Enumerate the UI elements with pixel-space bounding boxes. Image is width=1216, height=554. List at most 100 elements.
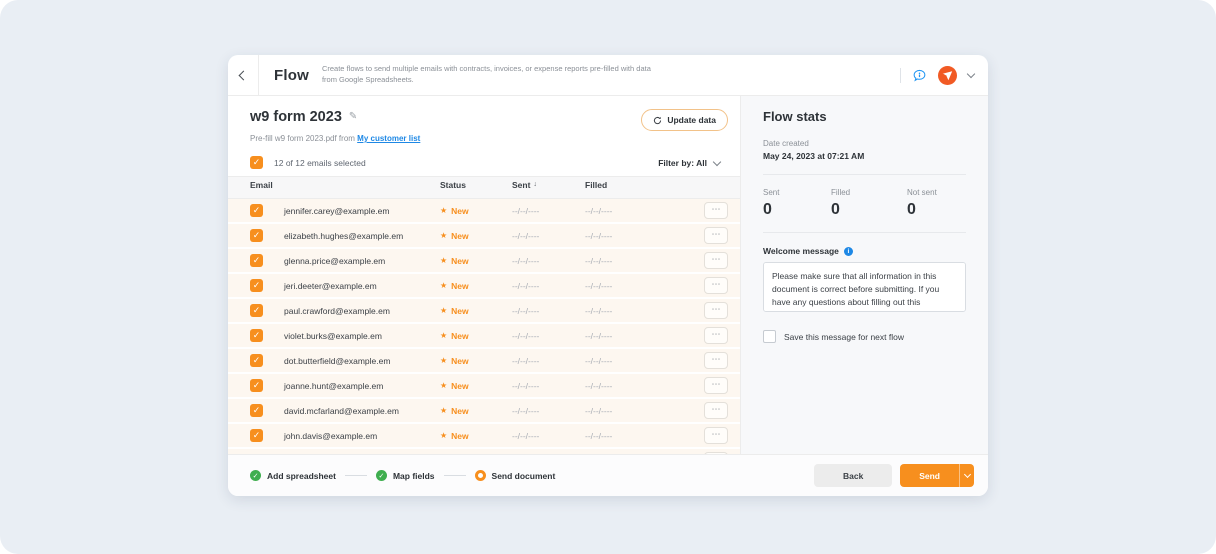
column-email[interactable]: Email <box>250 180 440 190</box>
welcome-message-label: Welcome message <box>763 246 839 256</box>
stat-value: 0 <box>763 201 831 219</box>
status-badge: New <box>451 281 468 291</box>
date-created-label: Date created <box>763 139 966 148</box>
table-row: ✓ jennifer.carey@example.em ★ New --/--/… <box>228 199 740 222</box>
row-email: joanne.hunt@example.em <box>284 381 440 391</box>
row-sent-date: --/--/---- <box>512 281 585 291</box>
row-filled-date: --/--/---- <box>585 206 681 216</box>
row-menu-button[interactable]: ⋯ <box>704 227 728 244</box>
column-filled[interactable]: Filled <box>585 180 681 190</box>
star-icon: ★ <box>440 357 447 365</box>
row-checkbox[interactable]: ✓ <box>250 404 263 417</box>
recipients-panel-head: w9 form 2023 ✎ Update data Pre-fill w9 f… <box>228 109 740 143</box>
stat-not-sent: Not sent 0 <box>907 188 966 219</box>
row-sent-date: --/--/---- <box>512 406 585 416</box>
step-done-icon: ✓ <box>250 470 261 481</box>
row-checkbox[interactable]: ✓ <box>250 204 263 217</box>
edit-title-icon[interactable]: ✎ <box>349 111 357 122</box>
row-sent-date: --/--/---- <box>512 256 585 266</box>
row-checkbox[interactable]: ✓ <box>250 379 263 392</box>
back-button[interactable] <box>228 55 258 95</box>
row-filled-date: --/--/---- <box>585 381 681 391</box>
row-checkbox[interactable]: ✓ <box>250 354 263 367</box>
footer-actions: Back Send <box>814 464 974 487</box>
filter-dropdown[interactable]: Filter by: All <box>658 158 728 168</box>
column-sent[interactable]: Sent ↓ <box>512 180 585 190</box>
row-filled-date: --/--/---- <box>585 356 681 366</box>
stat-value: 0 <box>907 201 966 219</box>
progress-steps: ✓ Add spreadsheet ✓ Map fields Send docu… <box>250 470 555 481</box>
stat-label: Not sent <box>907 188 966 197</box>
update-data-label: Update data <box>667 115 716 125</box>
table-row: ✓ violet.burks@example.em ★ New --/--/--… <box>228 324 740 347</box>
row-checkbox[interactable]: ✓ <box>250 279 263 292</box>
filter-chevron-icon <box>713 157 721 165</box>
welcome-message-input[interactable]: Please make sure that all information in… <box>763 262 966 312</box>
row-menu-button[interactable]: ⋯ <box>704 427 728 444</box>
row-email: glenna.price@example.em <box>284 256 440 266</box>
app-logo[interactable] <box>938 66 957 85</box>
table-row: ✓ dot.butterfield@example.em ★ New --/--… <box>228 349 740 372</box>
row-email: paul.crawford@example.em <box>284 306 440 316</box>
select-all-checkbox[interactable]: ✓ <box>250 156 263 169</box>
row-checkbox[interactable]: ✓ <box>250 229 263 242</box>
account-menu-chevron-icon[interactable] <box>967 70 975 78</box>
step-label: Send document <box>492 471 556 481</box>
row-menu-button[interactable]: ⋯ <box>704 302 728 319</box>
status-badge: New <box>451 381 468 391</box>
table-row: ✓ paul.crawford@example.em ★ New --/--/-… <box>228 299 740 322</box>
status-badge: New <box>451 206 468 216</box>
table-row: ✓ john.davis@example.em ★ New --/--/----… <box>228 424 740 447</box>
prefill-text: Pre-fill w9 form 2023.pdf from <box>250 134 355 143</box>
table-row: ✓ glenna.price@example.em ★ New --/--/--… <box>228 249 740 272</box>
row-menu-button[interactable]: ⋯ <box>704 202 728 219</box>
row-checkbox[interactable]: ✓ <box>250 329 263 342</box>
star-icon: ★ <box>440 307 447 315</box>
flow-window: Flow Create flows to send multiple email… <box>228 55 988 496</box>
send-button[interactable]: Send <box>900 464 974 487</box>
refresh-icon <box>653 116 662 125</box>
column-status[interactable]: Status <box>440 180 512 190</box>
step-send-document[interactable]: Send document <box>475 470 556 481</box>
row-status: ★ New <box>440 431 512 441</box>
step-label: Add spreadsheet <box>267 471 336 481</box>
row-menu-button[interactable]: ⋯ <box>704 402 728 419</box>
row-status: ★ New <box>440 331 512 341</box>
row-menu-button[interactable]: ⋯ <box>704 377 728 394</box>
row-sent-date: --/--/---- <box>512 231 585 241</box>
save-message-checkbox[interactable] <box>763 330 776 343</box>
status-badge: New <box>451 256 468 266</box>
row-filled-date: --/--/---- <box>585 406 681 416</box>
row-checkbox[interactable]: ✓ <box>250 254 263 267</box>
table-header: Email Status Sent ↓ Filled <box>228 176 740 199</box>
table-row: ✓ david.mcfarland@example.em ★ New --/--… <box>228 399 740 422</box>
help-chat-icon[interactable] <box>912 68 927 83</box>
row-status: ★ New <box>440 406 512 416</box>
row-email: david.mcfarland@example.em <box>284 406 440 416</box>
chevron-left-icon <box>238 70 248 80</box>
step-label: Map fields <box>393 471 435 481</box>
customer-list-link[interactable]: My customer list <box>357 134 420 143</box>
info-icon[interactable]: i <box>844 247 853 256</box>
flow-stats-title: Flow stats <box>763 109 966 124</box>
row-menu-button[interactable]: ⋯ <box>704 327 728 344</box>
row-checkbox[interactable]: ✓ <box>250 304 263 317</box>
star-icon: ★ <box>440 282 447 290</box>
back-button-footer[interactable]: Back <box>814 464 892 487</box>
row-status: ★ New <box>440 306 512 316</box>
table-row: ✓ joanne.hunt@example.em ★ New --/--/---… <box>228 374 740 397</box>
row-checkbox[interactable]: ✓ <box>250 429 263 442</box>
flow-stats-panel: Flow stats Date created May 24, 2023 at … <box>740 96 988 454</box>
step-map-fields[interactable]: ✓ Map fields <box>376 470 435 481</box>
stat-sent: Sent 0 <box>763 188 831 219</box>
app-description: Create flows to send multiple emails wit… <box>322 64 652 86</box>
step-add-spreadsheet[interactable]: ✓ Add spreadsheet <box>250 470 336 481</box>
row-menu-button[interactable]: ⋯ <box>704 252 728 269</box>
row-menu-button[interactable]: ⋯ <box>704 277 728 294</box>
row-menu-button[interactable]: ⋯ <box>704 352 728 369</box>
update-data-button[interactable]: Update data <box>641 109 728 131</box>
send-options-chevron[interactable] <box>959 464 974 487</box>
row-filled-date: --/--/---- <box>585 256 681 266</box>
stat-label: Sent <box>763 188 831 197</box>
star-icon: ★ <box>440 432 447 440</box>
